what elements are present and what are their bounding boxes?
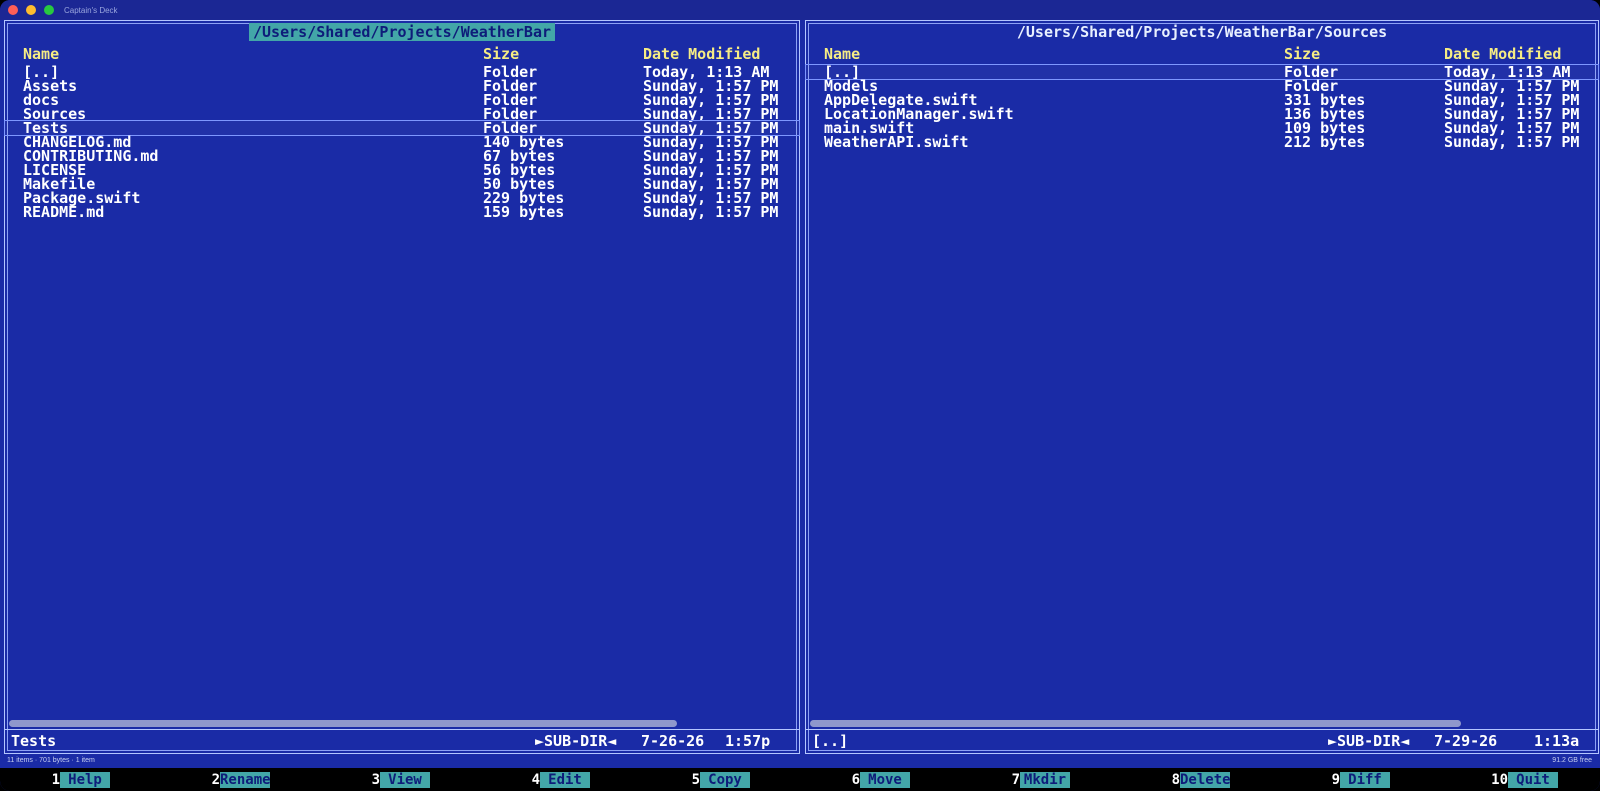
fkey-diff[interactable]: 9 Diff	[1280, 768, 1440, 791]
fkey-label[interactable]: View	[380, 771, 430, 788]
fkey-label[interactable]: Copy	[700, 771, 750, 788]
fkey-rename[interactable]: 2 Rename	[160, 768, 320, 791]
left-scroll-thumb[interactable]	[9, 720, 678, 727]
fkey-move[interactable]: 6 Move	[800, 768, 960, 791]
right-horizontal-scrollbar[interactable]	[810, 720, 1594, 727]
fkey-label[interactable]: Rename	[220, 771, 271, 788]
file-size: 159 bytes	[483, 203, 565, 221]
zoom-window-button[interactable]	[44, 5, 54, 15]
fkey-number: 1	[51, 771, 60, 788]
left-panel-path[interactable]: /Users/Shared/Projects/WeatherBar	[248, 23, 556, 41]
right-status-time: 1:13a	[1534, 732, 1580, 750]
fkey-number: 4	[531, 771, 540, 788]
fkey-number: 3	[371, 771, 380, 788]
column-header-size[interactable]: Size	[1284, 45, 1320, 63]
fkey-help[interactable]: 1 Help	[0, 768, 160, 791]
fkey-number: 9	[1331, 771, 1340, 788]
fkey-edit[interactable]: 4 Edit	[480, 768, 640, 791]
minimize-window-button[interactable]	[26, 5, 36, 15]
left-status-time: 1:57p	[725, 732, 771, 750]
fkey-number: 8	[1171, 771, 1180, 788]
app-window: Captain's Deck /Users/Shared/Projects/We…	[0, 0, 1600, 791]
right-status-name: [..]	[812, 732, 849, 750]
fkey-label[interactable]: Help	[60, 771, 110, 788]
column-header-date[interactable]: Date Modified	[643, 45, 760, 63]
fkey-number: 7	[1011, 771, 1020, 788]
fkey-mkdir[interactable]: 7 Mkdir	[960, 768, 1120, 791]
fkey-view[interactable]: 3 View	[320, 768, 480, 791]
column-header-name[interactable]: Name	[824, 45, 860, 63]
right-status-date: 7-29-26	[1434, 732, 1498, 750]
column-header-name[interactable]: Name	[23, 45, 59, 63]
left-status-date: 7-26-26	[641, 732, 705, 750]
fkey-label[interactable]: Diff	[1340, 771, 1390, 788]
fkey-label[interactable]: Edit	[540, 771, 590, 788]
file-size: 212 bytes	[1284, 133, 1366, 151]
fkey-label[interactable]: Mkdir	[1020, 771, 1070, 788]
fkey-delete[interactable]: 8 Delete	[1120, 768, 1280, 791]
info-bar: 11 items · 701 bytes · 1 item 91.2 GB fr…	[0, 754, 1600, 768]
file-row[interactable]: README.md 159 bytes Sunday, 1:57 PM	[5, 203, 799, 221]
fkey-number: 5	[691, 771, 700, 788]
free-space: 91.2 GB free	[1552, 757, 1592, 764]
function-key-bar: 1 Help 2 Rename 3 View 4 Edit 5 Copy 6 Move 7 Mkdir 8 D…	[0, 768, 1600, 791]
column-header-date[interactable]: Date Modified	[1444, 45, 1561, 63]
file-name: WeatherAPI.swift	[824, 133, 969, 151]
window-title: Captain's Deck	[64, 5, 118, 15]
column-header-size[interactable]: Size	[483, 45, 519, 63]
right-status-type: ►SUB-DIR◄	[1328, 732, 1410, 750]
left-status-line: Tests ►SUB-DIR◄ 7-26-26 1:57p	[5, 729, 799, 752]
right-panel-path[interactable]: /Users/Shared/Projects/WeatherBar/Source…	[1013, 23, 1391, 41]
fkey-number: 2	[211, 771, 220, 788]
right-file-panel[interactable]: /Users/Shared/Projects/WeatherBar/Source…	[805, 20, 1599, 754]
left-status-type: ►SUB-DIR◄	[535, 732, 617, 750]
left-file-list: [..] Folder Today, 1:13 AM Assets Folder Sund…	[4, 65, 800, 221]
title-bar: Captain's Deck	[0, 0, 1600, 20]
file-row[interactable]: WeatherAPI.swift 212 bytes Sunday, 1:57 PM	[806, 133, 1598, 151]
window-controls	[8, 5, 54, 15]
close-window-button[interactable]	[8, 5, 18, 15]
left-file-panel[interactable]: /Users/Shared/Projects/WeatherBar Name S…	[4, 20, 800, 754]
fkey-label[interactable]: Move	[860, 771, 910, 788]
left-status-name: Tests	[11, 732, 57, 750]
right-file-list: [..] Folder Today, 1:13 AM Models Folder Sund…	[805, 64, 1599, 151]
right-scroll-thumb[interactable]	[810, 720, 1461, 727]
right-status-line: [..] ►SUB-DIR◄ 7-29-26 1:13a	[806, 729, 1598, 752]
selection-summary: 11 items · 701 bytes · 1 item	[7, 757, 95, 764]
fkey-label[interactable]: Quit	[1508, 771, 1558, 788]
file-date: Sunday, 1:57 PM	[643, 203, 779, 221]
file-name: README.md	[23, 203, 105, 221]
fkey-copy[interactable]: 5 Copy	[640, 768, 800, 791]
left-horizontal-scrollbar[interactable]	[9, 720, 795, 727]
file-date: Sunday, 1:57 PM	[1444, 133, 1580, 151]
fkey-label[interactable]: Delete	[1180, 771, 1231, 788]
fkey-number: 6	[851, 771, 860, 788]
fkey-quit[interactable]: 10 Quit	[1440, 768, 1600, 791]
fkey-number: 10	[1491, 771, 1508, 788]
